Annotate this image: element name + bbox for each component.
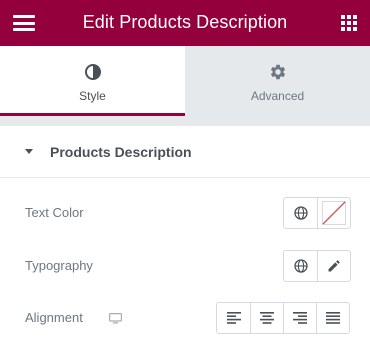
- align-center-icon: [260, 312, 274, 324]
- text-color-control: Text Color: [0, 193, 370, 233]
- align-justify-icon: [326, 312, 340, 324]
- text-color-global-button[interactable]: [284, 198, 317, 228]
- grid-apps-icon[interactable]: [341, 15, 357, 31]
- alignment-options: [216, 302, 350, 334]
- align-right-icon: [293, 312, 307, 324]
- align-justify-button[interactable]: [316, 303, 349, 333]
- section-divider: [0, 116, 370, 126]
- typography-edit-button[interactable]: [317, 251, 350, 281]
- panel-tabs: Style Advanced: [0, 46, 370, 116]
- caret-down-icon: [25, 149, 33, 154]
- text-color-swatch-button[interactable]: [317, 198, 350, 228]
- align-left-button[interactable]: [217, 303, 250, 333]
- align-right-button[interactable]: [283, 303, 316, 333]
- desktop-monitor-icon[interactable]: [109, 313, 122, 324]
- contrast-half-circle-icon: [84, 64, 101, 80]
- panel-title: Edit Products Description: [82, 12, 288, 32]
- section-toggle-products-description[interactable]: Products Description: [0, 126, 370, 178]
- typography-control: Typography: [0, 246, 370, 286]
- tab-style-label: Style: [79, 89, 106, 103]
- text-color-buttons: [283, 197, 351, 229]
- text-color-label: Text Color: [25, 205, 84, 220]
- section-title: Products Description: [50, 144, 192, 160]
- empty-color-swatch-icon: [322, 201, 346, 225]
- globe-icon: [293, 206, 308, 220]
- typography-buttons: [283, 250, 351, 282]
- typography-label: Typography: [25, 258, 93, 273]
- align-left-icon: [226, 312, 241, 324]
- globe-icon: [293, 259, 308, 273]
- gear-icon: [270, 64, 285, 80]
- editor-header: Edit Products Description: [0, 0, 370, 46]
- align-center-button[interactable]: [250, 303, 283, 333]
- pencil-icon: [328, 260, 340, 272]
- tab-advanced[interactable]: Advanced: [185, 46, 370, 116]
- tab-advanced-label: Advanced: [250, 89, 305, 103]
- alignment-control: Alignment: [0, 298, 370, 338]
- typography-global-button[interactable]: [284, 251, 317, 281]
- alignment-label: Alignment: [25, 310, 83, 325]
- tab-style[interactable]: Style: [0, 46, 185, 116]
